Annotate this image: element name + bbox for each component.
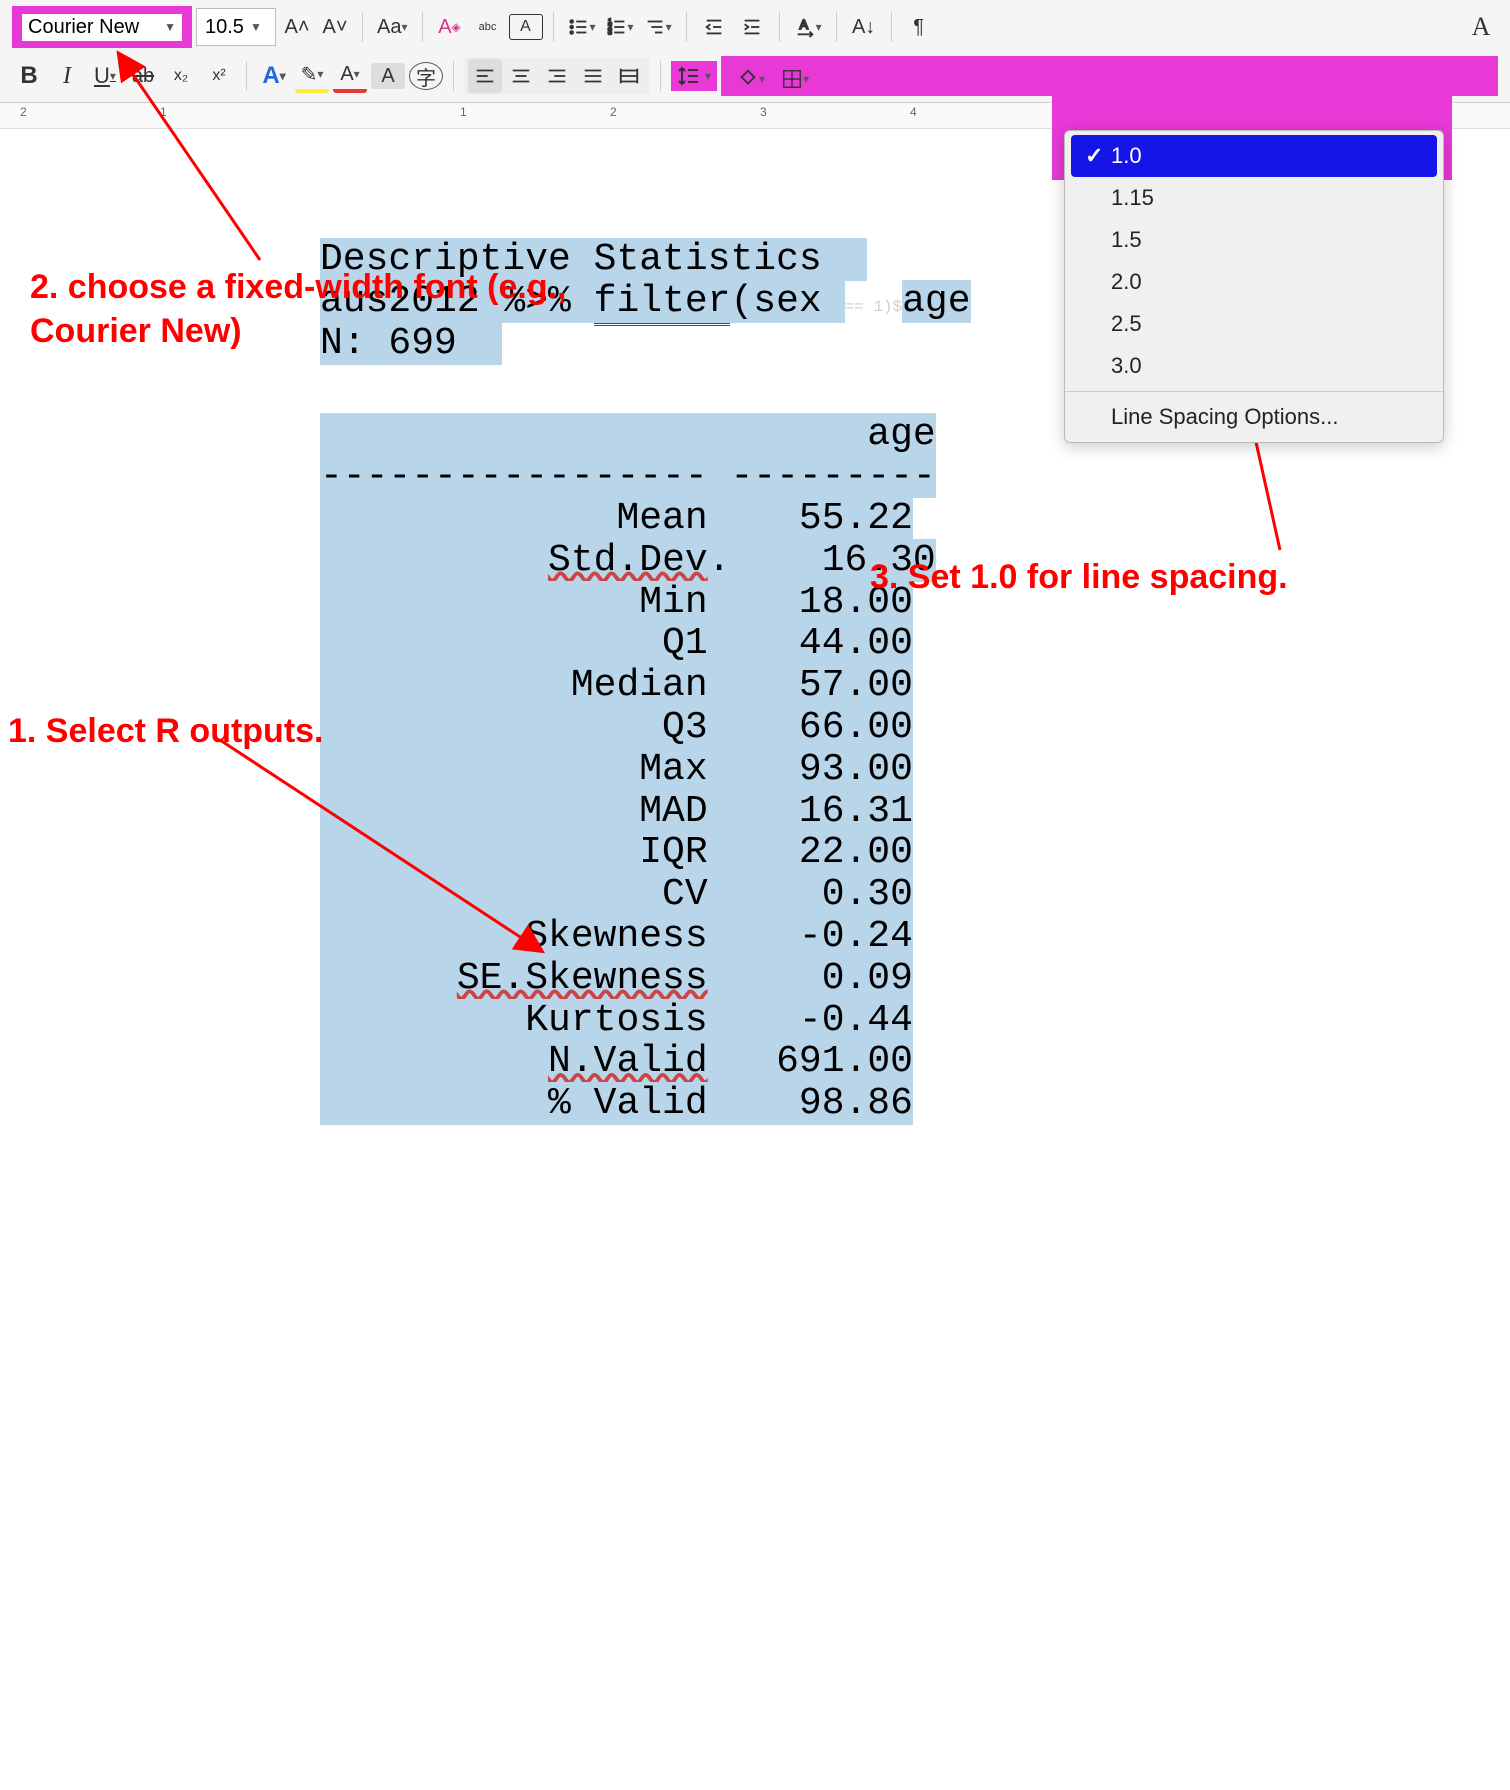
clear-formatting-button[interactable]: A◈ (433, 10, 467, 44)
separator (686, 12, 687, 42)
separator (660, 61, 661, 91)
arrow-to-output (210, 730, 560, 975)
stats-row: Min 18.00 (320, 581, 913, 624)
svg-text:3: 3 (607, 27, 611, 36)
line-spacing-option-1-5[interactable]: 1.5 (1065, 219, 1443, 261)
ruler-number: 1 (460, 105, 467, 119)
pilcrow-button[interactable]: ¶ (902, 10, 936, 44)
stats-row: Std.Dev. 16.30 (320, 539, 936, 582)
ruler-number: 3 (760, 105, 767, 119)
font-name-value: Courier New (28, 16, 139, 39)
distributed-button[interactable] (612, 59, 646, 93)
font-size-select[interactable]: 10.5 ▼ (196, 8, 276, 46)
chevron-down-icon: ▾ (759, 72, 765, 86)
stats-header: age (320, 413, 936, 456)
line-spacing-dropdown: 1.0 1.15 1.5 2.0 2.5 3.0 Line Spacing Op… (1064, 130, 1444, 443)
grow-font-button[interactable]: A˄ (280, 10, 314, 44)
line-spacing-button[interactable]: ▾ (671, 61, 717, 91)
chevron-down-icon: ▾ (705, 69, 711, 83)
separator (779, 12, 780, 42)
multilevel-list-button[interactable]: ▾ (640, 10, 676, 44)
shrink-font-button[interactable]: A˅ (318, 10, 352, 44)
bold-button[interactable]: B (12, 59, 46, 93)
increase-indent-button[interactable] (735, 10, 769, 44)
arrow-to-font (110, 50, 310, 275)
annotation-step3: 3. Set 1.0 for line spacing. (870, 555, 1288, 599)
enclose-char-button[interactable]: 字 (409, 62, 443, 90)
decrease-indent-button[interactable] (697, 10, 731, 44)
chevron-down-icon: ▼ (164, 20, 176, 34)
align-center-button[interactable] (504, 59, 538, 93)
stats-row: N.Valid 691.00 (320, 1040, 913, 1083)
separator (453, 61, 454, 91)
font-name-select[interactable]: Courier New ▼ (12, 6, 192, 48)
line-spacing-option-3[interactable]: 3.0 (1065, 345, 1443, 387)
annotation-step1: 1. Select R outputs. (8, 709, 324, 753)
chevron-down-icon: ▾ (401, 20, 407, 34)
chevron-down-icon: ▾ (317, 67, 323, 81)
stats-row: Kurtosis -0.44 (320, 999, 913, 1042)
stats-row: % Valid 98.86 (320, 1082, 913, 1125)
align-right-button[interactable] (540, 59, 574, 93)
character-border-button[interactable]: A (509, 14, 543, 40)
dropdown-separator (1065, 391, 1443, 392)
separator (553, 12, 554, 42)
ruler-number: 4 (910, 105, 917, 119)
ruler-number: 2 (610, 105, 617, 119)
stats-row: Median 57.00 (320, 664, 913, 707)
chevron-down-icon: ▾ (590, 20, 596, 34)
styles-button[interactable]: A (1464, 10, 1498, 44)
sort-button[interactable]: A↓ (847, 10, 881, 44)
alignment-group (464, 57, 650, 95)
chevron-down-icon: ▾ (803, 72, 809, 86)
borders-button[interactable]: ▾ (777, 62, 813, 96)
change-case-button[interactable]: Aa ▾ (373, 10, 412, 44)
font-color-button[interactable]: A ▾ (333, 59, 367, 93)
stats-row: Mean 55.22 (320, 497, 913, 540)
bullet-list-button[interactable]: ▾ (564, 10, 600, 44)
numbered-list-button[interactable]: 123 ▾ (602, 10, 638, 44)
chevron-down-icon: ▾ (666, 20, 672, 34)
line-spacing-option-2-5[interactable]: 2.5 (1065, 303, 1443, 345)
line-spacing-option-1[interactable]: 1.0 (1071, 135, 1437, 177)
ruler-number: 2 (20, 105, 27, 119)
line-spacing-option-2[interactable]: 2.0 (1065, 261, 1443, 303)
shading-button[interactable]: ▾ (733, 62, 769, 96)
separator (836, 12, 837, 42)
list-buttons-group: ▾ 123 ▾ ▾ (564, 10, 676, 44)
stats-divider: ----------------- --------- (320, 455, 936, 498)
annotation-step2: 2. choose a fixed-width font (e.g., Cour… (30, 265, 566, 353)
stats-row: Q1 44.00 (320, 622, 913, 665)
separator (362, 12, 363, 42)
phonetic-guide-button[interactable]: abc (471, 10, 505, 44)
italic-button[interactable]: I (50, 59, 84, 93)
char-shading-button[interactable]: A (371, 63, 405, 89)
separator (891, 12, 892, 42)
chevron-down-icon: ▼ (250, 20, 262, 34)
align-left-button[interactable] (468, 59, 502, 93)
separator (422, 12, 423, 42)
chevron-down-icon: ▾ (354, 67, 360, 81)
text-direction-button[interactable]: A ▾ (790, 10, 826, 44)
line-spacing-more-options[interactable]: Line Spacing Options... (1065, 396, 1443, 438)
justify-button[interactable] (576, 59, 610, 93)
chevron-down-icon: ▾ (816, 20, 822, 34)
svg-text:A: A (799, 17, 808, 32)
line-spacing-option-1-15[interactable]: 1.15 (1065, 177, 1443, 219)
toolbar-row-1: Courier New ▼ 10.5 ▼ A˄ A˅ Aa ▾ A◈ abc A… (12, 6, 1498, 48)
chevron-down-icon: ▾ (628, 20, 634, 34)
font-size-value: 10.5 (205, 16, 244, 39)
